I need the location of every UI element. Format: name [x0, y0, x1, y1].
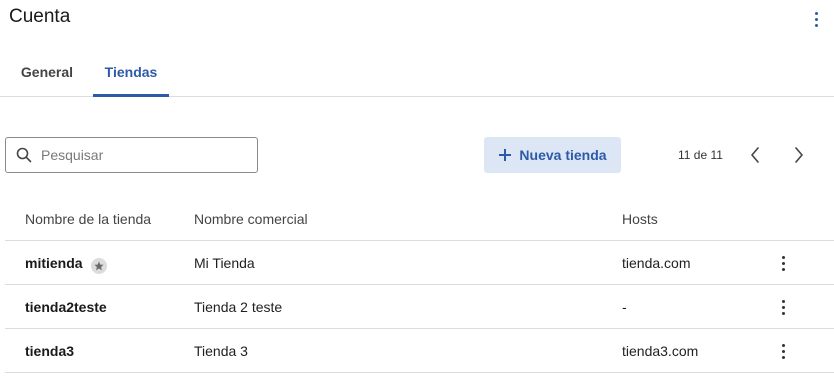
table-row[interactable]: tienda3 Tienda 3 tienda3.com: [5, 329, 834, 373]
store-name: mitienda: [25, 255, 83, 271]
page-title: Cuenta: [9, 6, 71, 27]
row-kebab-menu-icon[interactable]: [775, 298, 791, 316]
more-options-icon[interactable]: [808, 8, 824, 30]
store-name-cell: tienda3: [25, 343, 74, 359]
new-store-label: Nueva tienda: [519, 147, 607, 163]
new-store-button[interactable]: Nueva tienda: [484, 137, 621, 173]
search-icon: [16, 147, 32, 163]
store-name: tienda2teste: [25, 299, 107, 315]
column-header-commercial-name[interactable]: Nombre comercial: [194, 211, 308, 227]
column-header-hosts[interactable]: Hosts: [622, 211, 658, 227]
store-name-cell: mitienda: [25, 255, 107, 274]
row-kebab-menu-icon[interactable]: [775, 254, 791, 272]
store-name-cell: tienda2teste: [25, 299, 107, 315]
tab-general[interactable]: General: [8, 56, 86, 97]
tab-tiendas[interactable]: Tiendas: [93, 56, 169, 97]
app-header: Cuenta: [0, 0, 834, 40]
chevron-right-icon[interactable]: [789, 144, 809, 166]
plus-icon: [499, 149, 512, 161]
commercial-name-cell: Mi Tienda: [194, 255, 255, 271]
star-icon: [90, 258, 107, 274]
chevron-left-icon[interactable]: [745, 144, 765, 166]
row-kebab-menu-icon[interactable]: [775, 342, 791, 360]
store-name: tienda3: [25, 343, 75, 359]
host-cell: tienda.com: [622, 255, 691, 271]
host-cell: tienda3.com: [622, 343, 699, 359]
commercial-name-cell: Tienda 3: [194, 343, 248, 359]
column-header-store-name[interactable]: Nombre de la tienda: [25, 211, 151, 227]
stores-table: Nombre de la tienda Nombre comercial Hos…: [5, 197, 834, 373]
tab-bar: General Tiendas: [0, 56, 834, 97]
table-row[interactable]: mitienda Mi Tienda tienda.com: [5, 241, 834, 285]
search-field[interactable]: [5, 137, 258, 173]
table-row[interactable]: tienda2teste Tienda 2 teste -: [5, 285, 834, 329]
pagination-count: 11 de 11: [678, 148, 723, 162]
host-cell: -: [622, 299, 627, 315]
commercial-name-cell: Tienda 2 teste: [194, 299, 283, 315]
search-input[interactable]: [41, 147, 241, 163]
table-header: Nombre de la tienda Nombre comercial Hos…: [5, 197, 834, 241]
